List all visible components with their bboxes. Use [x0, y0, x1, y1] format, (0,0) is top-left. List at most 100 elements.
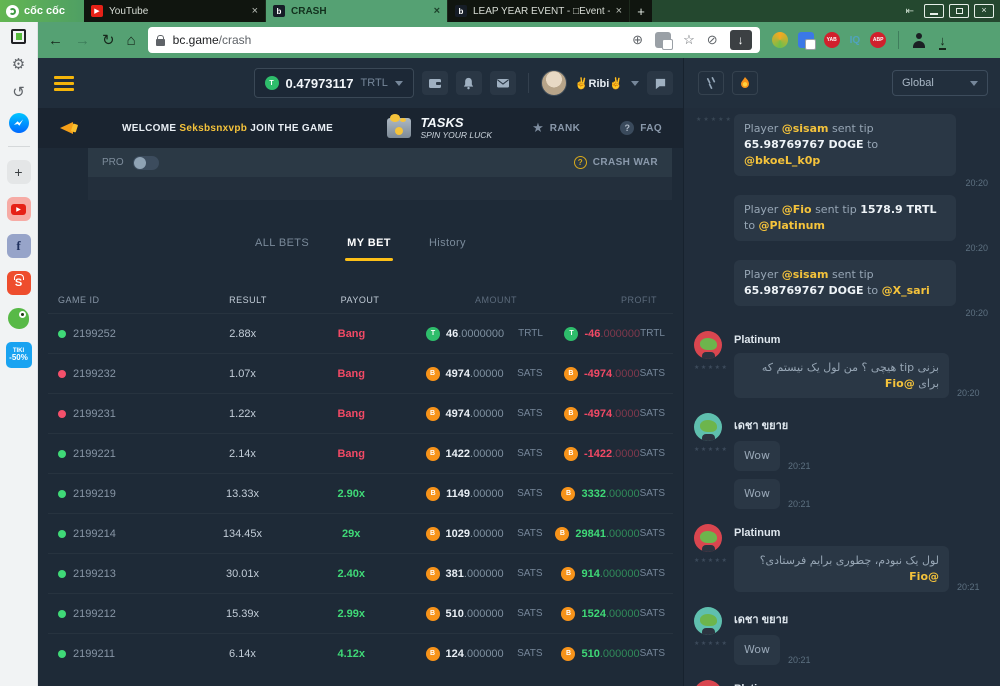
forward-button[interactable]: →: [75, 33, 90, 48]
message-time: 20:21: [957, 582, 980, 592]
messages-envelope-button[interactable]: [490, 71, 516, 95]
youtube-shortcut-icon[interactable]: ▶: [7, 197, 31, 221]
chat-username[interactable]: Platinum: [734, 527, 990, 539]
close-window-button[interactable]: ×: [974, 4, 994, 18]
address-bar[interactable]: bc.game/crash ⊕ ☆ ⊘ ↓: [148, 27, 760, 53]
new-tab-button[interactable]: +: [630, 0, 652, 22]
avatar[interactable]: [694, 413, 722, 441]
collapse-icon[interactable]: ⇤: [906, 6, 914, 17]
result-multiplier: 6.14x: [184, 648, 301, 660]
maximize-button[interactable]: [949, 4, 969, 18]
crash-war-link[interactable]: ? CRASH WAR: [574, 156, 658, 169]
add-shortcut-button[interactable]: +: [7, 160, 31, 184]
table-row[interactable]: 2199213 30.01x 2.40x 381.000000 SATS 914…: [48, 553, 673, 593]
home-button[interactable]: ⌂: [127, 33, 136, 48]
facebook-shortcut-icon[interactable]: f: [7, 234, 31, 258]
settings-gear-icon[interactable]: ⚙: [12, 57, 25, 72]
mention-link[interactable]: @sisam: [782, 122, 829, 135]
table-row[interactable]: 2199252 2.88x Bang 46.0000000 TRTL -46.0…: [48, 313, 673, 353]
bets-table: GAME ID RESULT PAYOUT AMOUNT PROFIT 2199…: [48, 287, 673, 673]
tab-crash[interactable]: b CRASH ×: [266, 0, 448, 22]
balance-selector[interactable]: 0.47973117 TRTL: [254, 68, 414, 98]
profit-unit: SATS: [640, 408, 665, 419]
tasks-link[interactable]: TASKS SPIN YOUR LUCK: [387, 116, 492, 140]
tab-my-bet[interactable]: MY BET: [347, 237, 391, 261]
tiki-shortcut-icon[interactable]: TIKI -50%: [6, 342, 32, 368]
zoom-add-icon[interactable]: ⊕: [632, 32, 643, 48]
mention-link[interactable]: @Fio: [885, 377, 915, 390]
mention-link[interactable]: @Fio: [782, 203, 812, 216]
coccoc-shortcut-icon[interactable]: [8, 308, 29, 329]
chat-item: Player sent tip to 20:20: [694, 331, 990, 401]
mention-link[interactable]: @X_sari: [882, 284, 930, 297]
close-tab-icon[interactable]: ×: [252, 6, 258, 17]
coin-rain-button[interactable]: [698, 71, 724, 95]
extension-updater-icon[interactable]: [772, 32, 788, 48]
faq-link[interactable]: ? FAQ: [620, 121, 662, 135]
tab-youtube[interactable]: ▶ YouTube ×: [84, 0, 266, 22]
extension-translate-icon[interactable]: [798, 32, 814, 48]
table-row[interactable]: 2199219 13.33x 2.90x 1149.00000 SATS 333…: [48, 473, 673, 513]
close-tab-icon[interactable]: ×: [434, 6, 440, 17]
chat-toggle-button[interactable]: [647, 71, 673, 95]
extension-iq-icon[interactable]: IQ: [850, 35, 861, 46]
mention-link[interactable]: @sisam: [782, 268, 829, 281]
chat-channel-select[interactable]: Global: [892, 70, 988, 96]
chat-username[interactable]: เดชา ขยาย: [734, 610, 990, 628]
notifications-bell-button[interactable]: [456, 71, 482, 95]
chat-username[interactable]: เดชา ขยาย: [734, 416, 990, 434]
table-row[interactable]: 2199212 15.39x 2.99x 510.000000 SATS 152…: [48, 593, 673, 633]
back-button[interactable]: ←: [48, 33, 63, 48]
status-dot: [58, 610, 66, 618]
extension-yab-icon[interactable]: YAB: [824, 32, 840, 48]
payout-value: 4.12x: [301, 648, 402, 660]
reload-button[interactable]: ↻: [102, 33, 115, 48]
chevron-down-icon: [631, 81, 639, 86]
messenger-icon[interactable]: [9, 113, 29, 133]
bookmark-star-icon[interactable]: ☆: [683, 32, 695, 48]
table-row[interactable]: 2199214 134.45x 29x 1029.00000 SATS 2984…: [48, 513, 673, 553]
avatar[interactable]: [694, 524, 722, 552]
bcgame-favicon: b: [273, 5, 285, 17]
download-page-button[interactable]: ↓: [730, 30, 752, 50]
avatar[interactable]: [694, 680, 722, 686]
translate-page-icon[interactable]: [655, 32, 671, 48]
tab-leap-year-event[interactable]: b LEAP YEAR EVENT - □Event - ( ×: [448, 0, 630, 22]
tab-history[interactable]: History: [429, 237, 466, 261]
wallet-button[interactable]: [422, 71, 448, 95]
shopee-shortcut-icon[interactable]: S: [7, 271, 31, 295]
sidebar-toggle-icon[interactable]: [11, 29, 26, 44]
avatar[interactable]: [694, 607, 722, 635]
menu-hamburger-icon[interactable]: [54, 76, 74, 91]
tab-strip-spacer: [652, 0, 906, 22]
shield-icon[interactable]: ⊘: [707, 32, 718, 48]
coccoc-logo[interactable]: cốc cốc: [0, 0, 84, 22]
table-row[interactable]: 2199231 1.22x Bang 4974.00000 SATS -4974…: [48, 393, 673, 433]
mention-link[interactable]: @bkoeL_k0p: [744, 154, 820, 167]
user-stars: ★★★★★: [694, 364, 728, 371]
minimize-button[interactable]: [924, 4, 944, 18]
profit-value: -46.000000: [543, 327, 640, 341]
table-row[interactable]: 2199232 1.07x Bang 4974.00000 SATS -4974…: [48, 353, 673, 393]
downloads-tray-icon[interactable]: ↓: [939, 33, 946, 48]
tab-all-bets[interactable]: ALL BETS: [255, 237, 309, 261]
profile-icon[interactable]: [911, 32, 927, 48]
history-icon[interactable]: ↺: [12, 85, 25, 100]
table-row[interactable]: 2199221 2.14x Bang 1422.00000 SATS -1422…: [48, 433, 673, 473]
bet-amount: 4974.00000: [402, 407, 504, 421]
mention-link[interactable]: @Fio: [909, 570, 939, 583]
avatar[interactable]: [694, 331, 722, 359]
mention-link[interactable]: @Platinum: [759, 219, 825, 232]
pro-toggle[interactable]: [133, 156, 159, 170]
rank-link[interactable]: ★ RANK: [532, 120, 580, 136]
table-row[interactable]: 2199211 6.14x 4.12x 124.000000 SATS 510.…: [48, 633, 673, 673]
coin-drop-fire-button[interactable]: [732, 71, 758, 95]
extension-abp-icon[interactable]: ABP: [870, 32, 886, 48]
status-dot: [58, 650, 66, 658]
username[interactable]: ✌Ribi✌: [575, 77, 623, 90]
profit-value: -4974.0000: [543, 367, 640, 381]
close-tab-icon[interactable]: ×: [616, 6, 622, 17]
chat-message-list[interactable]: ★★★★★ Player @sisam sent tip 65.98769767…: [684, 108, 1000, 686]
chat-username[interactable]: Platinum: [734, 334, 990, 346]
user-avatar[interactable]: [541, 70, 567, 96]
